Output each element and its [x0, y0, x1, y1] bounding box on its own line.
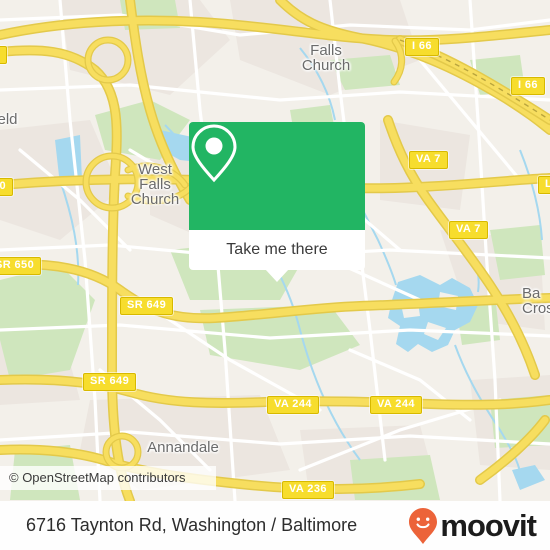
shield-us-50-west: 50 [0, 178, 14, 196]
moovit-map-screenshot: FallsChurch WestFallsChurch field Annand… [0, 0, 550, 550]
osm-attribution[interactable]: © OpenStreetMap contributors [0, 466, 216, 490]
shield-va-244-east: VA 244 [370, 396, 422, 414]
map-pin-icon [191, 124, 237, 183]
footer-bar: 6716 Taynton Rd, Washington / Baltimore … [0, 501, 550, 550]
map-canvas[interactable]: FallsChurch WestFallsChurch field Annand… [0, 0, 550, 501]
location-popup-card[interactable]: Take me there [189, 122, 365, 282]
shield-sr-649-north: SR 649 [120, 297, 174, 315]
address-text: 6716 Taynton Rd, Washington / Baltimore [26, 515, 358, 535]
shield-va-7-north: VA 7 [409, 151, 448, 169]
map-label-falls-church: Falls Church [301, 42, 351, 74]
shield-va-7-south: VA 7 [449, 221, 488, 239]
take-me-there-label: Take me there [226, 241, 328, 258]
moovit-wordmark: moovit [440, 508, 537, 543]
popup-image-panel [189, 122, 365, 230]
map-label-fairfield: field [0, 111, 18, 128]
shield-va-236: VA 236 [282, 481, 334, 499]
shield-i-66-east: I 66 [511, 77, 545, 95]
popup-pointer-tail [265, 269, 289, 282]
shield-sr-650: SR 650 [0, 257, 42, 275]
shield-sr-649-south: SR 649 [83, 373, 137, 391]
map-label-west-falls-church: West Falls Church [130, 161, 180, 208]
popup-action-bar[interactable]: Take me there [189, 230, 365, 270]
shield-va-244-west: VA 244 [267, 396, 319, 414]
shield-us-50-top: 0 [0, 46, 7, 64]
map-label-annandale: Annandale [147, 439, 219, 456]
moovit-logo[interactable]: moovit [408, 507, 537, 545]
moovit-pin-smiley-icon [409, 507, 438, 544]
shield-va-7-edge: L [538, 176, 550, 194]
map-label-burke-crossing: Ba Cros [522, 285, 550, 317]
shield-i-66-north: I 66 [405, 38, 439, 56]
